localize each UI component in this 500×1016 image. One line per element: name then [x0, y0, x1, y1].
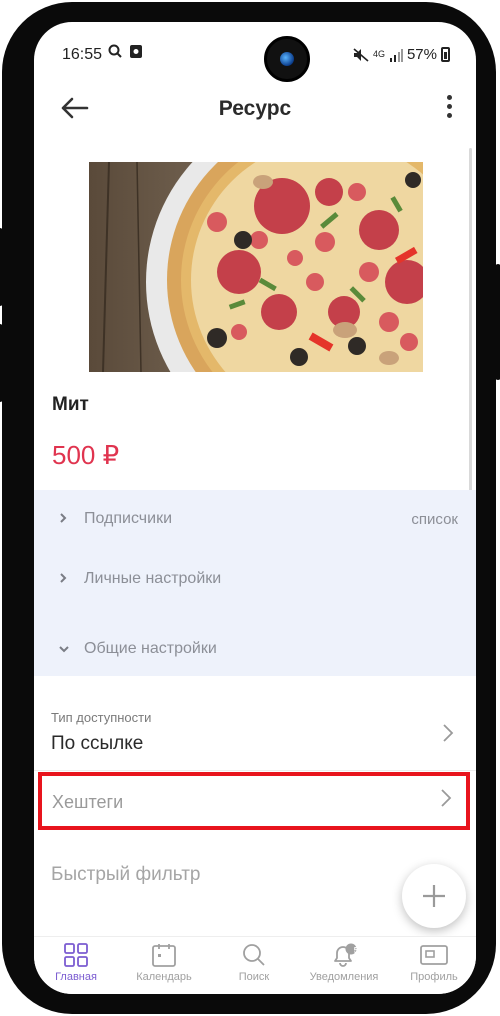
nav-label-notifications: Уведомления — [309, 971, 379, 983]
phone-frame: 16:55 4G 57% Ресурс Мит 500 ₽ Подписчики… — [0, 2, 500, 1014]
battery-icon — [441, 47, 450, 62]
grid-icon — [64, 943, 88, 967]
personal-settings-label: Личные настройки — [84, 570, 222, 587]
hashtags-label: Хештеги — [52, 792, 124, 812]
settings-panel: Подписчики список Личные настройки Общие… — [34, 490, 476, 676]
nav-item-profile[interactable]: Профиль — [390, 943, 476, 983]
mute-icon — [353, 47, 369, 62]
nav-label-home: Главная — [55, 971, 97, 983]
subscribers-label: Подписчики — [84, 510, 173, 527]
product-image — [89, 162, 423, 372]
product-name: Мит — [52, 394, 89, 415]
chevron-right-icon — [58, 511, 72, 527]
page-title: Ресурс — [218, 97, 292, 120]
search-status-icon — [108, 44, 142, 58]
availability-type-label: Тип доступности — [51, 710, 152, 725]
calendar-icon — [152, 944, 176, 967]
product-price: 500 ₽ — [52, 440, 120, 470]
network-type: 4G — [372, 49, 385, 59]
status-bar: 16:55 4G 57% — [34, 22, 476, 82]
app-header: Ресурс — [34, 82, 476, 136]
chevron-down-icon — [58, 641, 72, 657]
status-time: 16:55 — [62, 46, 103, 63]
personal-settings-row[interactable]: Личные настройки — [58, 570, 458, 588]
nav-label-profile: Профиль — [410, 971, 458, 983]
volume-button-lower — [0, 324, 3, 402]
chevron-right-icon[interactable] — [442, 723, 454, 743]
notification-badge: 5 — [353, 946, 359, 955]
profile-card-icon — [420, 945, 448, 965]
chevron-right-icon — [58, 571, 72, 587]
general-settings-label: Общие настройки — [84, 640, 217, 657]
screen: 16:55 4G 57% Ресурс Мит 500 ₽ Подписчики… — [34, 22, 476, 994]
nav-label-calendar: Календарь — [136, 971, 192, 983]
status-right: 4G 57% — [353, 46, 450, 63]
search-icon — [243, 944, 265, 966]
battery-percent: 57% — [406, 46, 437, 63]
chevron-right-icon — [441, 789, 452, 807]
nav-item-search[interactable]: Поиск — [210, 943, 298, 983]
plus-icon — [423, 885, 445, 907]
more-vert-icon[interactable] — [444, 92, 454, 122]
status-notification-icons — [108, 44, 146, 64]
bottom-nav: Главная Календарь Поиск 5 Уведомления Пр… — [34, 936, 476, 994]
add-button[interactable] — [402, 864, 466, 928]
power-button — [495, 264, 500, 380]
availability-type-value[interactable]: По ссылке — [51, 733, 143, 755]
nav-label-search: Поиск — [238, 971, 270, 983]
divider — [34, 770, 476, 771]
volume-button — [0, 228, 3, 306]
nav-item-notifications[interactable]: 5 Уведомления — [300, 943, 388, 983]
nav-item-calendar[interactable]: Календарь — [120, 943, 208, 983]
general-settings-row[interactable]: Общие настройки — [58, 640, 458, 658]
front-camera — [264, 36, 310, 82]
subscribers-list-link[interactable]: список — [411, 511, 458, 528]
signal-icon — [389, 48, 403, 62]
hashtags-row[interactable]: Хештеги — [38, 772, 470, 830]
subscribers-row[interactable]: Подписчики список — [58, 510, 458, 528]
quick-filter-row[interactable]: Быстрый фильтр — [51, 864, 200, 886]
nav-item-home[interactable]: Главная — [34, 943, 120, 983]
